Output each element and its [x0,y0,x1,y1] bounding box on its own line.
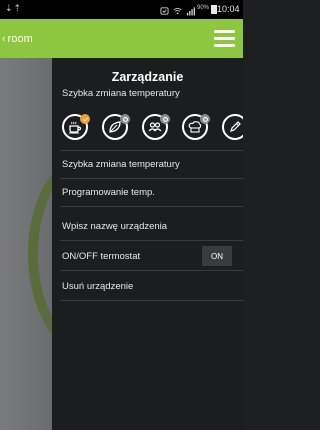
hot-cup-icon[interactable] [62,114,90,140]
onoff-toggle[interactable]: ON [202,246,232,266]
divider [60,270,243,271]
divider [60,300,243,301]
leaf-icon[interactable] [102,114,130,140]
menu-item-delete-device[interactable]: Usuń urządzenie [62,281,133,292]
status-icons [160,3,195,16]
checkmark-badge-icon [80,114,90,124]
divider [60,240,243,241]
gear-badge-icon [200,114,210,124]
menu-item-programming[interactable]: Programowanie temp. [62,187,155,198]
divider [60,150,243,151]
chevron-left-icon: ‹ [2,32,6,45]
clock: 10:04 [217,4,240,14]
hamburger-menu-icon[interactable] [214,30,235,47]
menu-item-onoff: ON/OFF termostat [62,251,141,262]
battery-percent: 90% [196,5,209,11]
gear-badge-icon [120,114,130,124]
chef-hat-icon[interactable] [182,114,210,140]
usb-debug-icon: ⇣⇡ [5,3,23,13]
management-drawer: Zarządzanie Szybka zmiana temperatury Sz… [52,58,243,430]
alarm-icon [160,3,169,15]
mode-icons-row [58,110,243,142]
divider [60,206,243,207]
quick-change-label: Szybka zmiana temperatury [62,88,180,99]
menu-item-quick-change[interactable]: Szybka zmiana temperatury [62,159,180,170]
back-label: room [7,32,33,45]
pencil-icon[interactable] [222,114,243,140]
wifi-icon [173,3,182,15]
divider [60,178,243,179]
background-content [0,58,52,430]
people-icon[interactable] [142,114,170,140]
signal-icon [186,3,195,16]
status-bar: ⇣⇡ 90% 10:04 [0,0,243,19]
back-button[interactable]: ‹ room [0,19,60,58]
menu-item-device-name[interactable]: Wpisz nazwę urządzenia [62,221,167,232]
gear-badge-icon [160,114,170,124]
drawer-title: Zarządzanie [111,70,184,84]
